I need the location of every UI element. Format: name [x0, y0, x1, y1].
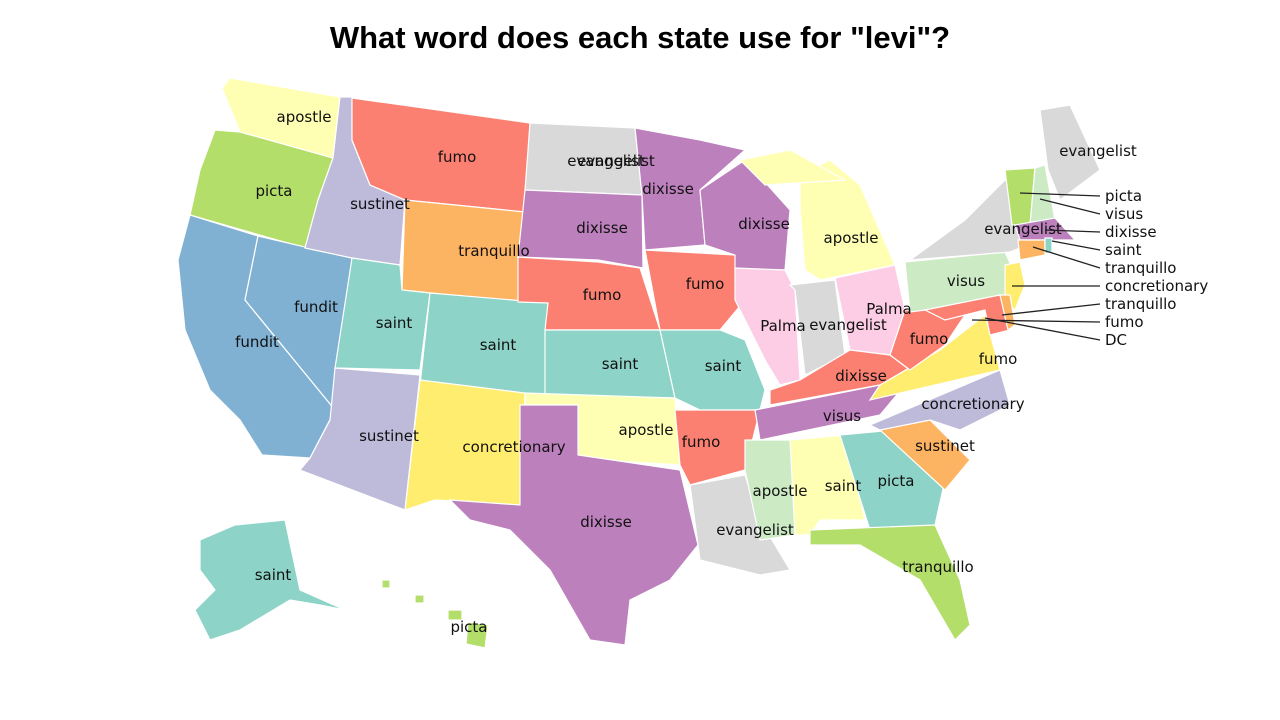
state-label: dixisse: [835, 367, 887, 385]
state-label: saint: [480, 336, 517, 354]
us-choropleth-map: apostlepictafunditfunditsustinetfumotran…: [177, 77, 1208, 649]
callout-label: visus: [1105, 205, 1143, 223]
callout-label: picta: [1105, 187, 1142, 205]
state-label: evangelist: [984, 220, 1062, 238]
state-label: concretionary: [921, 395, 1024, 413]
state-label: saint: [825, 477, 862, 495]
state-label: evangelist: [809, 316, 887, 334]
state-label: sustinet: [915, 437, 975, 455]
state-label: dixisse: [738, 215, 790, 233]
callout-label: tranquillo: [1105, 259, 1176, 277]
state-label: sustinet: [359, 427, 419, 445]
state-label: fumo: [438, 148, 477, 166]
state-label: concretionary: [462, 438, 565, 456]
state-label: fumo: [910, 330, 949, 348]
state-label: sustinet: [350, 195, 410, 213]
state-label: fumo: [682, 433, 721, 451]
state-label: apostle: [277, 108, 332, 126]
state-label: evangelist: [1059, 142, 1137, 160]
state-label: saint: [376, 314, 413, 332]
callout-line: [1051, 240, 1101, 251]
state-label: fundit: [294, 298, 338, 316]
state-label: apostle: [619, 421, 674, 439]
state-label: saint: [255, 566, 292, 584]
state-label: Palma: [866, 300, 912, 318]
state-label: fumo: [686, 275, 725, 293]
state-label: evangelist: [716, 521, 794, 539]
state-label: picta: [877, 472, 914, 490]
callout-label: DC: [1105, 331, 1127, 349]
state-label: dixisse: [580, 513, 632, 531]
state-label: fumo: [583, 286, 622, 304]
state-label: saint: [705, 357, 742, 375]
state-label: fumo: [979, 350, 1018, 368]
state-region-picta: [381, 579, 391, 589]
state-label: visus: [947, 272, 985, 290]
state-label: picta: [450, 618, 487, 636]
callout-label: dixisse: [1105, 223, 1157, 241]
callout-label: fumo: [1105, 313, 1144, 331]
state-label: evangelist: [567, 152, 645, 170]
state-label: apostle: [753, 482, 808, 500]
state-region-picta: [414, 594, 425, 604]
state-label: Palma: [760, 317, 806, 335]
state-label: apostle: [824, 229, 879, 247]
state-label: dixisse: [576, 219, 628, 237]
state-label: picta: [255, 182, 292, 200]
callout-label: concretionary: [1105, 277, 1208, 295]
state-label: fundit: [235, 333, 279, 351]
state-label: visus: [823, 407, 861, 425]
callout-label: tranquillo: [1105, 295, 1176, 313]
state-region-picta: [809, 524, 971, 641]
state-label: dixisse: [642, 180, 694, 198]
state-label: tranquillo: [458, 242, 529, 260]
callout-label: saint: [1105, 241, 1142, 259]
callout-line: [1032, 246, 1101, 269]
state-label: saint: [602, 355, 639, 373]
state-label: tranquillo: [902, 558, 973, 576]
